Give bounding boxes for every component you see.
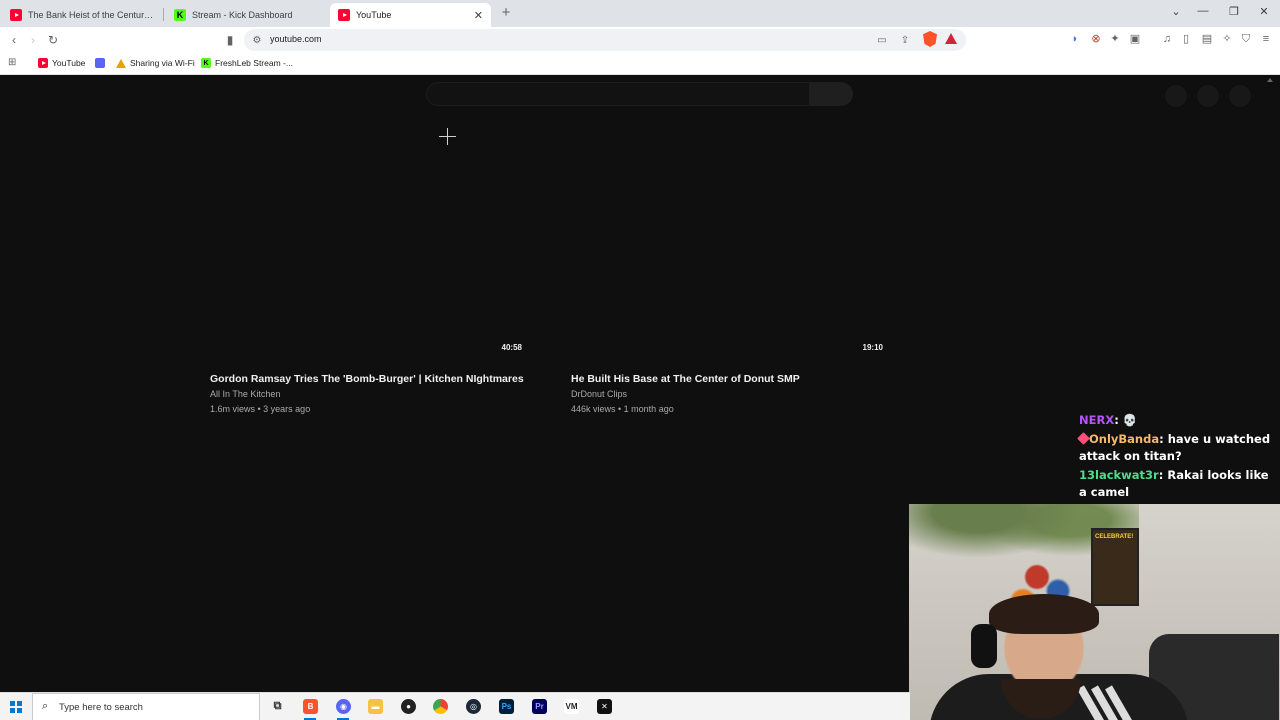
search-icon: ⌕ <box>42 700 49 712</box>
webcam-hair <box>989 594 1099 634</box>
bookmark-label: FreshLeb Stream -... <box>215 58 293 68</box>
video-card[interactable]: 19:10 He Built His Base at The Center of… <box>571 76 901 414</box>
headset-icon <box>971 624 997 668</box>
video-duration: 40:58 <box>501 343 522 352</box>
chat-username: NERX <box>1079 413 1115 427</box>
channel-name[interactable]: All In The Kitchen <box>210 389 280 399</box>
bookmark-discord[interactable] <box>95 58 109 68</box>
minimize-icon[interactable]: — <box>1196 5 1210 17</box>
tab-title: The Bank Heist of the Century - YouT <box>28 10 154 20</box>
poster-text: CELEBRATE! <box>1095 534 1134 540</box>
extension-icon[interactable]: ✦ <box>1109 33 1121 45</box>
site-info-icon[interactable]: ⚙ <box>250 33 264 47</box>
chat-username: 13lackwat3r <box>1079 467 1159 482</box>
video-card[interactable]: 40:58 Gordon Ramsay Tries The 'Bomb-Burg… <box>210 76 540 414</box>
webcam-overlay: CELEBRATE! <box>909 504 1280 720</box>
chrome-icon[interactable] <box>433 699 448 714</box>
close-window-icon[interactable]: ✕ <box>1257 5 1271 18</box>
tab-youtube[interactable]: YouTube ✕ <box>330 3 491 27</box>
video-thumbnail[interactable]: 40:58 <box>210 176 526 354</box>
youtube-icon <box>338 9 350 21</box>
video-meta: 446k views • 1 month ago <box>571 404 674 414</box>
tab-search-icon[interactable]: ⌄ <box>1169 5 1183 18</box>
vpn-icon[interactable]: ⛉ <box>1240 33 1252 45</box>
start-button[interactable] <box>10 701 22 713</box>
obs-icon[interactable]: ● <box>401 699 416 714</box>
bookmark-label: YouTube <box>52 58 86 68</box>
tab-title: YouTube <box>356 10 392 20</box>
warning-icon <box>116 58 126 68</box>
bookmark-label: Sharing via Wi-Fi <box>130 58 195 68</box>
vmware-icon[interactable]: VM <box>564 699 579 714</box>
task-view-icon[interactable]: ⧉ <box>270 699 285 714</box>
restore-icon[interactable]: ❐ <box>1227 5 1241 18</box>
browser-tab-strip: The Bank Heist of the Century - YouT K S… <box>0 0 1280 27</box>
bookmark-youtube[interactable]: YouTube <box>38 58 85 68</box>
back-icon[interactable]: ‹ <box>5 31 23 49</box>
file-explorer-icon[interactable]: ▬ <box>368 699 383 714</box>
audio-playing-icon[interactable]: ◗ <box>1069 33 1081 45</box>
bookmark-sharing-wifi[interactable]: Sharing via Wi-Fi <box>116 58 195 68</box>
bookmark-freshleb-stream[interactable]: K FreshLeb Stream -... <box>201 58 293 68</box>
avatar[interactable] <box>1229 85 1251 107</box>
notifications-icon[interactable] <box>1197 85 1219 107</box>
video-title[interactable]: He Built His Base at The Center of Donut… <box>571 373 800 385</box>
discord-icon <box>95 58 105 68</box>
reload-icon[interactable]: ↻ <box>44 31 62 49</box>
sidebar-icon[interactable]: ▯ <box>1180 33 1192 45</box>
tab-separator <box>163 8 164 21</box>
kick-icon: K <box>201 58 211 68</box>
address-text: youtube.com <box>270 34 322 44</box>
video-duration: 19:10 <box>862 343 883 352</box>
chat-message: NERX: 💀 <box>1079 413 1138 427</box>
cast-icon[interactable]: ▭ <box>875 33 889 47</box>
leo-ai-icon[interactable]: ✧ <box>1221 33 1233 45</box>
video-thumbnail[interactable]: 19:10 <box>571 176 887 354</box>
chat-text: 💀 <box>1118 413 1138 427</box>
screenshot-icon[interactable]: ▣ <box>1129 33 1141 45</box>
adblock-extension-icon[interactable]: ⊗ <box>1090 33 1102 45</box>
new-tab-button[interactable]: + <box>499 4 513 21</box>
address-bar[interactable]: ⚙ youtube.com ▭ ⇪ <box>244 29 966 51</box>
bookmark-icon[interactable]: ▮ <box>221 31 239 49</box>
brave-icon[interactable]: B <box>303 699 318 714</box>
chat-username: OnlyBanda <box>1089 431 1160 446</box>
brave-rewards-icon[interactable] <box>945 33 957 44</box>
scroll-up-arrow[interactable] <box>1267 78 1273 82</box>
browser-toolbar: ‹ › ↻ ▮ ⚙ youtube.com ▭ ⇪ <box>0 27 1280 53</box>
share-icon[interactable]: ⇪ <box>898 33 912 47</box>
close-tab-icon[interactable]: ✕ <box>474 9 483 22</box>
chat-message: 13lackwat3r: Rakai looks like a camel <box>1079 467 1269 500</box>
photoshop-icon[interactable]: Ps <box>499 699 514 714</box>
stream-chat-overlay: NERX: 💀 OnlyBanda: have u watched attack… <box>1077 412 1275 503</box>
windows-taskbar: ⌕ Type here to search ⧉ B ◉ ▬ ● ◎ Ps Pr … <box>0 692 910 720</box>
premiere-icon[interactable]: Pr <box>532 699 547 714</box>
bookmarks-bar: ⊞ YouTube Sharing via Wi-Fi K FreshLeb S… <box>0 53 1280 75</box>
tab-title: Stream - Kick Dashboard <box>192 10 293 20</box>
channel-name[interactable]: DrDonut Clips <box>571 389 627 399</box>
steam-icon[interactable]: ◎ <box>466 699 481 714</box>
taskbar-search[interactable]: ⌕ Type here to search <box>32 693 260 720</box>
menu-icon[interactable]: ≡ <box>1260 33 1272 45</box>
video-meta: 1.6m views • 3 years ago <box>210 404 311 414</box>
youtube-icon <box>38 58 48 68</box>
taskbar-search-placeholder: Type here to search <box>59 702 143 713</box>
discord-icon[interactable]: ◉ <box>336 699 351 714</box>
video-title[interactable]: Gordon Ramsay Tries The 'Bomb-Burger' | … <box>210 373 524 385</box>
media-control-icon[interactable]: ♫ <box>1161 33 1173 45</box>
tab-bank-heist[interactable]: The Bank Heist of the Century - YouT <box>2 3 162 27</box>
webcam-poster: CELEBRATE! <box>1091 528 1139 606</box>
forward-icon[interactable]: › <box>24 31 42 49</box>
chat-message: OnlyBanda: have u watched attack on tita… <box>1077 431 1271 463</box>
pencil-badge-icon <box>1077 431 1090 445</box>
create-icon[interactable] <box>1165 85 1187 107</box>
wallet-icon[interactable]: ▤ <box>1201 33 1213 45</box>
kick-icon: K <box>174 9 186 21</box>
youtube-icon <box>10 9 22 21</box>
capcut-icon[interactable]: ✕ <box>597 699 612 714</box>
tab-kick-dashboard[interactable]: K Stream - Kick Dashboard <box>166 3 326 27</box>
apps-grid-icon[interactable]: ⊞ <box>8 57 16 68</box>
